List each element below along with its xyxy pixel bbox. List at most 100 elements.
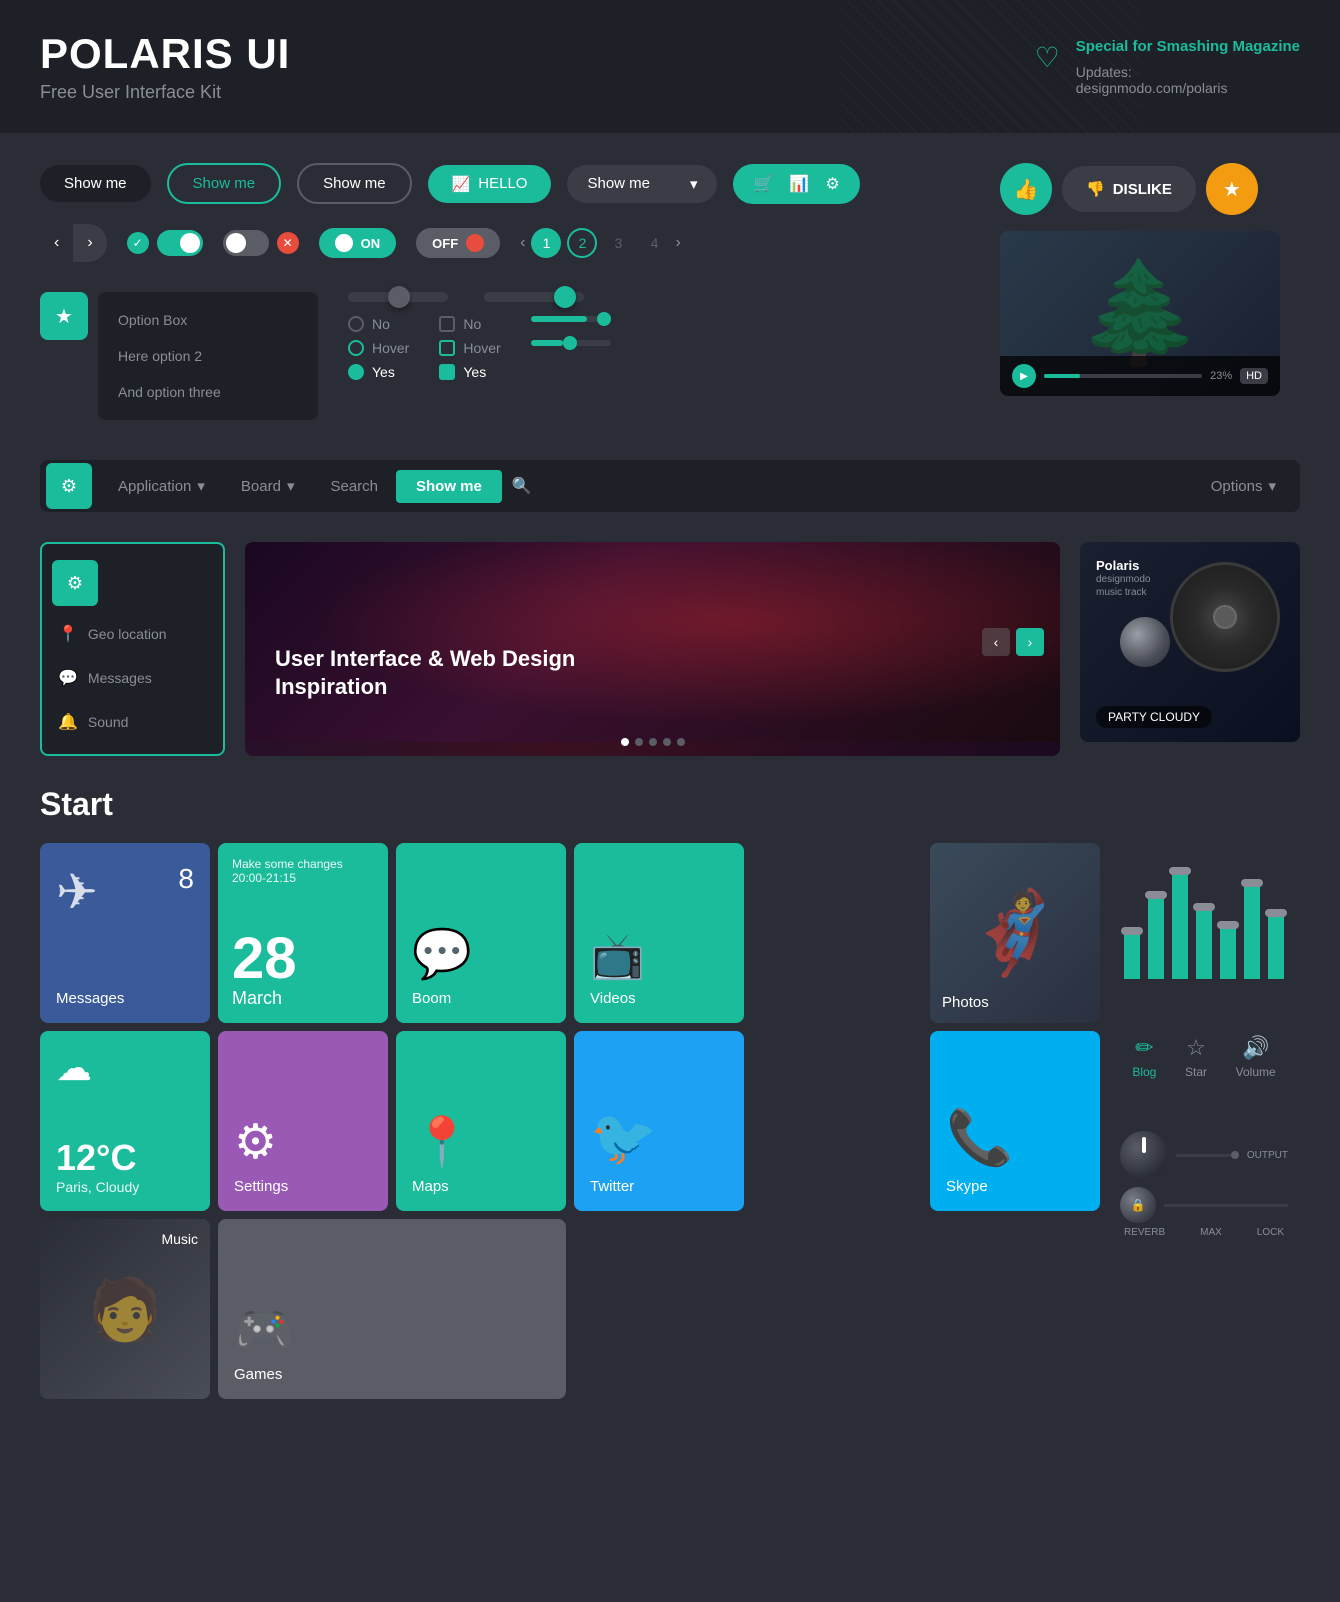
radio-yes-label: Yes — [372, 364, 395, 380]
tile-music[interactable]: 🧑 Music — [40, 1219, 210, 1399]
carousel-dot-1[interactable] — [621, 738, 629, 746]
checkbox-hover[interactable]: Hover — [439, 340, 500, 356]
next-arrow[interactable]: › — [73, 224, 106, 262]
maps-pin-icon: 📍 — [412, 1113, 550, 1170]
show-me-button-teal[interactable]: Show me — [167, 163, 282, 204]
star-label: Star — [1185, 1065, 1207, 1079]
option-item-1[interactable]: Option Box — [98, 302, 318, 338]
right-controls: ✏ Blog ☆ Star 🔊 Volume — [1108, 843, 1300, 1399]
tile-skype[interactable]: 📞 Skype — [930, 1031, 1100, 1211]
like-button[interactable]: 👍 — [1000, 163, 1052, 215]
checkbox-yes[interactable]: Yes — [439, 364, 500, 380]
volume-knob[interactable] — [1120, 617, 1170, 667]
nav-show-me[interactable]: Show me — [396, 470, 502, 503]
slider-big-2[interactable] — [484, 292, 584, 302]
range-handle-1 — [597, 312, 611, 326]
nav-board[interactable]: Board ▾ — [223, 460, 313, 512]
lower-section: ⚙ 📍 Geo location 💬 Messages 🔔 Sound User — [40, 542, 1300, 756]
hello-button[interactable]: 📈 HELLO — [428, 165, 552, 203]
nav-application[interactable]: Application ▾ — [100, 460, 223, 512]
carousel-prev[interactable]: ‹ — [982, 628, 1010, 656]
sidebar-item-sound[interactable]: 🔔 Sound — [42, 700, 223, 744]
toggle-off-switch[interactable]: OFF — [416, 228, 500, 258]
range-track-1[interactable] — [531, 316, 611, 322]
show-me-button-dark[interactable]: Show me — [40, 165, 151, 202]
page-next[interactable]: › — [675, 234, 680, 252]
range-track-2[interactable] — [531, 340, 611, 346]
play-button[interactable]: ▶ — [1012, 364, 1036, 388]
nav-search[interactable]: Search — [312, 460, 396, 512]
photos-background: 🦸 Photos — [930, 843, 1100, 1023]
page-3[interactable]: 3 — [603, 228, 633, 258]
star-button[interactable]: ★ — [40, 292, 88, 340]
sidebar-item-geo[interactable]: 📍 Geo location — [42, 612, 223, 656]
reverb-label: REVERB — [1124, 1227, 1165, 1238]
gear-icon-top[interactable]: ⚙ — [825, 174, 839, 194]
option-item-3[interactable]: And option three — [98, 374, 318, 410]
equalizer-section — [1108, 843, 1300, 995]
option-item-2[interactable]: Here option 2 — [98, 338, 318, 374]
tile-maps[interactable]: 📍 Maps — [396, 1031, 566, 1211]
option-box: Option Box Here option 2 And option thre… — [98, 292, 318, 420]
checkbox-no[interactable]: No — [439, 316, 500, 332]
tab-star[interactable]: ☆ Star — [1185, 1035, 1207, 1079]
cart-icon[interactable]: 🛒 — [753, 174, 773, 194]
toggle-on-switch[interactable]: ON — [319, 228, 397, 258]
toggle-on-circle[interactable] — [157, 230, 203, 256]
page-4[interactable]: 4 — [639, 228, 669, 258]
prev-arrow[interactable]: ‹ — [40, 224, 73, 262]
slider-big-1[interactable] — [348, 292, 448, 302]
lock-knob[interactable]: 🔒 — [1120, 1187, 1156, 1223]
toggle-off-circle[interactable] — [223, 230, 269, 256]
polaris-label: Polaris designmodo music track — [1096, 558, 1166, 599]
x-icon: ✕ — [277, 232, 299, 254]
sound-icon: 🔔 — [58, 712, 78, 732]
tile-photos[interactable]: 🦸 Photos — [930, 843, 1100, 1023]
nav-settings-icon[interactable]: ⚙ — [46, 463, 92, 509]
sidebar-messages-label: Messages — [88, 670, 152, 686]
cd-disc — [1170, 562, 1290, 682]
carousel-dot-4[interactable] — [663, 738, 671, 746]
captain-icon: 🦸 — [965, 886, 1065, 980]
radio-yes[interactable]: Yes — [348, 364, 409, 380]
tab-volume[interactable]: 🔊 Volume — [1236, 1035, 1276, 1079]
sidebar-item-messages[interactable]: 💬 Messages — [42, 656, 223, 700]
tile-messages[interactable]: ✈ 8 Messages — [40, 843, 210, 1023]
carousel-dot-3[interactable] — [649, 738, 657, 746]
tile-boom[interactable]: 💬 Boom — [396, 843, 566, 1023]
blog-label: Blog — [1132, 1065, 1156, 1079]
nav-search-icon[interactable]: 🔍 — [512, 476, 532, 496]
max-label: MAX — [1200, 1227, 1222, 1238]
carousel-dot-2[interactable] — [635, 738, 643, 746]
dislike-button[interactable]: 👎 DISLIKE — [1062, 166, 1196, 212]
tile-weather[interactable]: ☁ 12°C Paris, Cloudy — [40, 1031, 210, 1211]
page-1[interactable]: 1 — [531, 228, 561, 258]
tile-videos[interactable]: 📺 Videos — [574, 843, 744, 1023]
dislike-label: DISLIKE — [1113, 181, 1172, 198]
carousel-dot-5[interactable] — [677, 738, 685, 746]
tile-settings[interactable]: ⚙ Settings — [218, 1031, 388, 1211]
tile-calendar[interactable]: Make some changes20:00-21:15 28 March — [218, 843, 388, 1023]
games-controller-icon: 🎮 — [234, 1301, 550, 1358]
show-me-button-white[interactable]: Show me — [297, 163, 412, 204]
nav-options[interactable]: Options ▾ — [1193, 460, 1294, 512]
video-progress-fill — [1044, 374, 1080, 378]
weather-cloud-icon: ☁ — [56, 1047, 194, 1089]
tile-games[interactable]: 🎮 Games — [218, 1219, 566, 1399]
tile-twitter[interactable]: 🐦 Twitter — [574, 1031, 744, 1211]
checkbox-group: No Hover Yes — [439, 316, 500, 380]
sidebar-settings-icon[interactable]: ⚙ — [52, 560, 98, 606]
reverb-knob[interactable] — [1120, 1131, 1168, 1179]
carousel-next[interactable]: › — [1016, 628, 1044, 656]
radio-no[interactable]: No — [348, 316, 409, 332]
page-prev[interactable]: ‹ — [520, 234, 525, 252]
star-favorite-button[interactable]: ★ — [1206, 163, 1258, 215]
messages-count: 8 — [178, 863, 194, 895]
video-progress-bar[interactable] — [1044, 374, 1202, 378]
show-me-select[interactable]: Show me ▾ — [567, 165, 717, 203]
tab-blog[interactable]: ✏ Blog — [1132, 1035, 1156, 1079]
like-row: 👍 👎 DISLIKE ★ — [1000, 163, 1300, 215]
page-2[interactable]: 2 — [567, 228, 597, 258]
radio-hover[interactable]: Hover — [348, 340, 409, 356]
chart-icon-2[interactable]: 📊 — [789, 174, 809, 194]
